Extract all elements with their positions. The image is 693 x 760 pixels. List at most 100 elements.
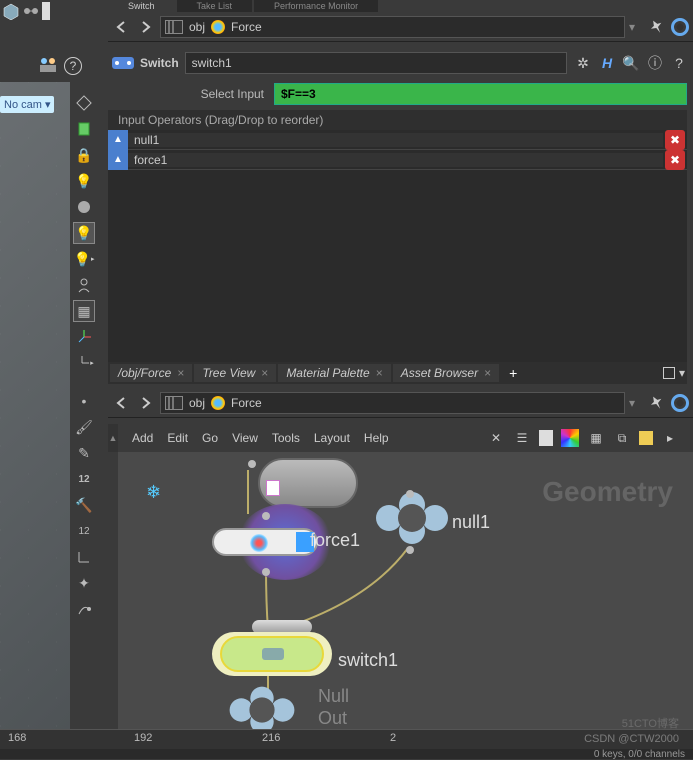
top-tab-switch[interactable]: Switch xyxy=(108,0,175,12)
h-script-icon[interactable]: H xyxy=(597,53,617,73)
path-level: obj xyxy=(189,396,205,410)
network-node-null1[interactable] xyxy=(376,492,456,548)
nav-forward-icon[interactable] xyxy=(136,393,156,413)
path-dropdown-icon[interactable]: ▾ xyxy=(629,20,645,34)
nav-back-icon[interactable] xyxy=(112,17,132,37)
menu-help[interactable]: Help xyxy=(364,431,389,445)
force-network-icon xyxy=(211,20,225,34)
close-icon[interactable]: × xyxy=(484,366,491,380)
shelf-page-green-icon[interactable] xyxy=(73,118,95,140)
dot-tool-icon[interactable]: • xyxy=(73,390,95,412)
camera-dropdown[interactable]: No cam ▾ xyxy=(0,96,54,113)
pen-icon[interactable]: ✎ xyxy=(73,442,95,464)
lightbulb-plus-icon[interactable]: 💡▸ xyxy=(73,248,95,270)
tab-asset-browser[interactable]: Asset Browser× xyxy=(393,364,499,382)
follow-ring-icon[interactable] xyxy=(671,394,689,412)
delete-icon[interactable]: ✖ xyxy=(665,150,685,170)
delete-icon[interactable]: ✖ xyxy=(665,130,685,150)
puzzle-icon[interactable]: ✦ xyxy=(73,572,95,594)
maximize-square-icon[interactable] xyxy=(663,367,675,379)
sticky-note-icon[interactable] xyxy=(639,431,653,445)
page-icon[interactable] xyxy=(539,430,553,446)
freeze-flag-icon[interactable]: ❄ xyxy=(146,482,161,503)
close-icon[interactable]: × xyxy=(177,366,184,380)
menu-tools[interactable]: Tools xyxy=(272,431,300,445)
top-tab-takelist[interactable]: Take List xyxy=(177,0,253,12)
blank-doc-icon[interactable] xyxy=(42,2,50,20)
top-tab-perfmon[interactable]: Performance Monitor xyxy=(254,0,378,12)
curve-point-icon[interactable] xyxy=(73,598,95,620)
brush-icon[interactable]: 🖌 xyxy=(73,416,95,438)
pivot-axes-icon[interactable] xyxy=(73,326,95,348)
list-item[interactable]: ▲ force1 ✖ xyxy=(108,150,687,170)
tab-objforce[interactable]: /obj/Force× xyxy=(110,364,192,382)
close-icon[interactable]: × xyxy=(376,366,383,380)
help-icon[interactable]: ? xyxy=(669,53,689,73)
template-flag-icon[interactable] xyxy=(266,480,280,496)
menu-edit[interactable]: Edit xyxy=(167,431,188,445)
gear-icon[interactable]: ✲ xyxy=(573,53,593,73)
menu-add[interactable]: Add xyxy=(132,431,153,445)
reorder-up-icon[interactable]: ▲ xyxy=(108,130,128,150)
close-icon[interactable]: × xyxy=(261,366,268,380)
search-icon[interactable]: 🔍 xyxy=(621,53,641,73)
list-item[interactable]: ▲ null1 ✖ xyxy=(108,130,687,150)
reorder-up-icon[interactable]: ▲ xyxy=(108,150,128,170)
tab-material-palette[interactable]: Material Palette× xyxy=(278,364,390,382)
connector-dot[interactable] xyxy=(248,460,256,468)
tab-treeview[interactable]: Tree View× xyxy=(194,364,276,382)
node-label-out-name: Out xyxy=(318,708,347,729)
network-path-field[interactable]: obj Force xyxy=(160,392,625,414)
select-input-expression[interactable]: $F==3 xyxy=(274,83,687,105)
link-nodes-icon[interactable] xyxy=(22,2,40,42)
pivot-axes-arrow-icon[interactable]: ▸ xyxy=(73,352,95,374)
pin-icon[interactable] xyxy=(646,14,671,39)
menu-go[interactable]: Go xyxy=(202,431,218,445)
node-name-input[interactable] xyxy=(185,52,567,74)
lock-icon[interactable]: 🔒 xyxy=(73,144,95,166)
timeline-tick: 216 xyxy=(262,732,280,744)
cube-icon[interactable] xyxy=(2,2,20,42)
pin-icon[interactable] xyxy=(646,390,671,415)
follow-ring-icon[interactable] xyxy=(671,18,689,36)
help-circle-icon[interactable]: ? xyxy=(64,57,82,75)
connector-dot[interactable] xyxy=(406,546,414,554)
tree-list-icon[interactable]: ☰ xyxy=(513,429,531,447)
person-target-icon[interactable] xyxy=(73,274,95,296)
add-tab-button[interactable]: + xyxy=(501,363,525,383)
connector-dot[interactable] xyxy=(262,568,270,576)
menu-view[interactable]: View xyxy=(232,431,258,445)
nav-forward-icon[interactable] xyxy=(136,17,156,37)
parameter-path-toolbar: obj Force ▾ xyxy=(108,12,693,42)
path-level: obj xyxy=(189,20,205,34)
info-icon[interactable]: ⓘ xyxy=(645,53,665,73)
menu-layout[interactable]: Layout xyxy=(314,431,350,445)
hammer-icon[interactable]: 🔨 xyxy=(73,494,95,516)
lightbulb-off-icon[interactable]: 💡 xyxy=(73,170,95,192)
viewport-3d[interactable] xyxy=(0,82,70,729)
path-node: Force xyxy=(231,20,262,34)
angle-icon[interactable] xyxy=(73,546,95,568)
connector-dot[interactable] xyxy=(262,512,270,520)
wrench-cross-icon[interactable]: ✕ xyxy=(487,429,505,447)
network-editor[interactable]: Geometry ❄ force1 null1 switch1 Null Out xyxy=(118,452,693,729)
group-people-icon[interactable] xyxy=(38,56,58,77)
film-icon xyxy=(165,20,183,34)
sphere-material-icon[interactable] xyxy=(73,196,95,218)
path-field[interactable]: obj Force xyxy=(160,16,625,38)
path-dropdown-icon[interactable]: ▾ xyxy=(629,396,645,410)
nav-back-icon[interactable] xyxy=(112,393,132,413)
twelve-icon[interactable]: 12 xyxy=(73,468,95,490)
layout-icon[interactable]: ⧉ xyxy=(613,429,631,447)
shelf-diamond-icon[interactable] xyxy=(73,92,95,114)
menubar-handle-icon[interactable]: ▲ xyxy=(108,424,118,452)
color-palette-icon[interactable] xyxy=(561,429,579,447)
network-node-switch1[interactable] xyxy=(212,626,352,686)
camera-box-icon[interactable]: ▦ xyxy=(73,300,95,322)
grid-icon[interactable]: ▦ xyxy=(587,429,605,447)
pane-menu-icon[interactable]: ▾ xyxy=(679,366,685,380)
twelve-repeat-icon[interactable]: 12 xyxy=(73,520,95,542)
connector-dot[interactable] xyxy=(406,490,414,498)
lightbulb-on-icon[interactable]: 💡 xyxy=(73,222,95,244)
more-arrow-icon[interactable]: ▸ xyxy=(661,429,679,447)
